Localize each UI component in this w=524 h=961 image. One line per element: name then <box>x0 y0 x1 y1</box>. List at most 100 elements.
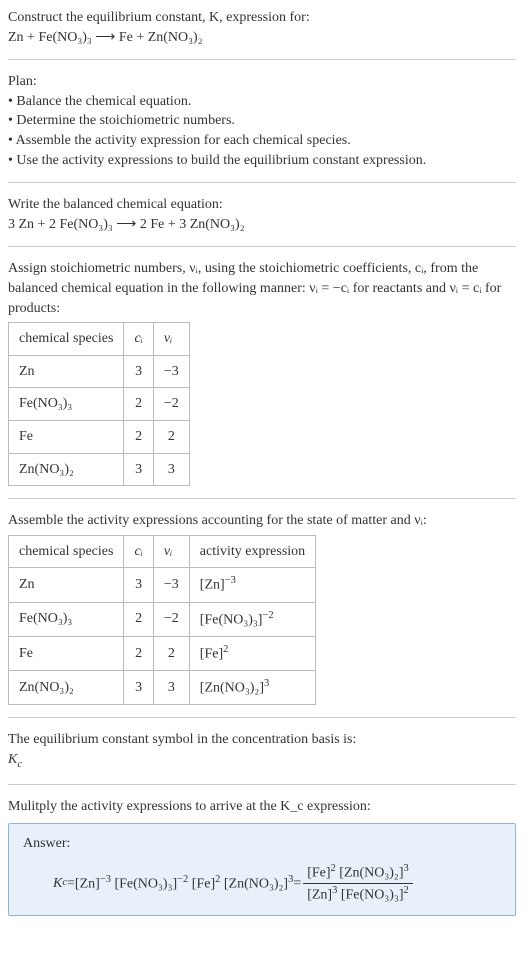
term: [Fe]2 <box>192 873 221 894</box>
cell-species: Fe(NO₃)₃ <box>9 602 124 636</box>
cell-species: Zn <box>9 568 124 602</box>
question-equation: Zn + Fe(NO₃)₃ ⟶ Fe + Zn(NO₃)₂ <box>8 28 516 48</box>
eq-sign: = <box>67 874 75 894</box>
den-term-base: [Fe(NO₃)₃] <box>341 887 404 902</box>
term: [Fe(NO₃)₃]−2 <box>114 873 188 894</box>
table-row: Fe 2 2 <box>9 420 190 453</box>
table-header-row: chemical species cᵢ νᵢ activity expressi… <box>9 535 316 568</box>
fraction-denominator: [Zn]3 [Fe(NO₃)₃]2 <box>303 884 413 905</box>
plan-label: Plan: <box>8 72 516 92</box>
multiply-section: Mulitply the activity expressions to arr… <box>8 797 516 817</box>
balanced-section: Write the balanced chemical equation: 3 … <box>8 195 516 234</box>
expr-base: [Fe(NO₃)₃] <box>200 612 263 627</box>
cell-c: 2 <box>124 602 153 636</box>
term-sup: 2 <box>215 874 220 885</box>
expr-base: [Fe] <box>200 646 223 661</box>
den-term-sup: 3 <box>332 885 337 896</box>
cell-species: Fe <box>9 420 124 453</box>
kc-k: K <box>53 874 62 894</box>
divider <box>8 717 516 718</box>
symbol-k-sub: c <box>17 759 22 770</box>
cell-activity: [Zn(NO₃)₂]3 <box>189 671 315 705</box>
cell-v: −3 <box>153 355 189 388</box>
term-base: [Fe] <box>192 876 215 891</box>
table-row: Zn(NO₃)₂ 3 3 [Zn(NO₃)₂]3 <box>9 671 316 705</box>
cell-species: Zn(NO₃)₂ <box>9 453 124 486</box>
expr-base: [Zn] <box>200 578 225 593</box>
term: [Zn(NO₃)₂]3 <box>224 873 293 894</box>
expr-sup: 2 <box>223 644 228 655</box>
term-base: [Fe(NO₃)₃] <box>114 876 177 891</box>
cell-v: 3 <box>153 453 189 486</box>
cell-species: Fe(NO₃)₃ <box>9 388 124 421</box>
cell-v: −2 <box>153 388 189 421</box>
balanced-label: Write the balanced chemical equation: <box>8 195 516 215</box>
expr-sup: −2 <box>262 610 273 621</box>
cell-v: 2 <box>153 636 189 670</box>
divider <box>8 182 516 183</box>
den-term-sup: 2 <box>404 885 409 896</box>
divider <box>8 59 516 60</box>
term-sup: −2 <box>177 874 188 885</box>
assemble-text: Assemble the activity expressions accoun… <box>8 511 516 531</box>
divider <box>8 246 516 247</box>
symbol-kc: Kc <box>8 750 516 772</box>
expr-sup: −3 <box>225 575 236 586</box>
cell-c: 2 <box>124 420 153 453</box>
table-row: Zn 3 −3 [Zn]−3 <box>9 568 316 602</box>
table-row: Fe 2 2 [Fe]2 <box>9 636 316 670</box>
col-species: chemical species <box>9 535 124 568</box>
cell-v: 3 <box>153 671 189 705</box>
plan-item: • Assemble the activity expression for e… <box>8 131 516 151</box>
cell-c: 3 <box>124 453 153 486</box>
answer-formula: Kc = [Zn]−3 [Fe(NO₃)₃]−2 [Fe]2 [Zn(NO₃)₂… <box>23 862 501 906</box>
cell-activity: [Fe(NO₃)₃]−2 <box>189 602 315 636</box>
cell-c: 3 <box>124 568 153 602</box>
expr-sup: 3 <box>264 678 269 689</box>
cell-v: −2 <box>153 602 189 636</box>
eq-sign: = <box>293 874 301 894</box>
balanced-equation: 3 Zn + 2 Fe(NO₃)₃ ⟶ 2 Fe + 3 Zn(NO₃)₂ <box>8 215 516 235</box>
col-activity: activity expression <box>189 535 315 568</box>
term: [Zn]−3 <box>75 873 111 894</box>
title-text: Construct the equilibrium constant, K, e… <box>8 10 310 25</box>
cell-c: 3 <box>124 355 153 388</box>
answer-label: Answer: <box>23 834 501 854</box>
divider <box>8 784 516 785</box>
num-term-base: [Fe] <box>307 865 330 880</box>
cell-activity: [Zn]−3 <box>189 568 315 602</box>
activity-table: chemical species cᵢ νᵢ activity expressi… <box>8 535 316 706</box>
table-row: Zn 3 −3 <box>9 355 190 388</box>
table-header-row: chemical species cᵢ νᵢ <box>9 323 190 356</box>
cell-species: Fe <box>9 636 124 670</box>
symbol-k: K <box>8 752 17 767</box>
divider <box>8 498 516 499</box>
cell-species: Zn(NO₃)₂ <box>9 671 124 705</box>
stoich-table: chemical species cᵢ νᵢ Zn 3 −3 Fe(NO₃)₃ … <box>8 322 190 486</box>
fraction: [Fe]2 [Zn(NO₃)₂]3 [Zn]3 [Fe(NO₃)₃]2 <box>303 862 413 906</box>
term-base: [Zn(NO₃)₂] <box>224 876 288 891</box>
col-ci: cᵢ <box>124 323 153 356</box>
cell-c: 2 <box>124 636 153 670</box>
multiply-text: Mulitply the activity expressions to arr… <box>8 797 516 817</box>
col-vi: νᵢ <box>153 323 189 356</box>
term-base: [Zn] <box>75 876 100 891</box>
den-term-base: [Zn] <box>307 887 332 902</box>
cell-c: 3 <box>124 671 153 705</box>
expr-base: [Zn(NO₃)₂] <box>200 681 264 696</box>
fraction-numerator: [Fe]2 [Zn(NO₃)₂]3 <box>303 862 413 884</box>
symbol-line1: The equilibrium constant symbol in the c… <box>8 730 516 750</box>
cell-v: −3 <box>153 568 189 602</box>
num-term-base: [Zn(NO₃)₂] <box>339 865 403 880</box>
cell-activity: [Fe]2 <box>189 636 315 670</box>
cell-v: 2 <box>153 420 189 453</box>
cell-species: Zn <box>9 355 124 388</box>
term-sup: −3 <box>100 874 111 885</box>
plan-section: Plan: • Balance the chemical equation. •… <box>8 72 516 170</box>
assemble-section: Assemble the activity expressions accoun… <box>8 511 516 705</box>
question-header: Construct the equilibrium constant, K, e… <box>8 8 516 47</box>
plan-item: • Use the activity expressions to build … <box>8 151 516 171</box>
cell-c: 2 <box>124 388 153 421</box>
assign-text: Assign stoichiometric numbers, νᵢ, using… <box>8 259 516 318</box>
answer-box: Answer: Kc = [Zn]−3 [Fe(NO₃)₃]−2 [Fe]2 [… <box>8 823 516 916</box>
